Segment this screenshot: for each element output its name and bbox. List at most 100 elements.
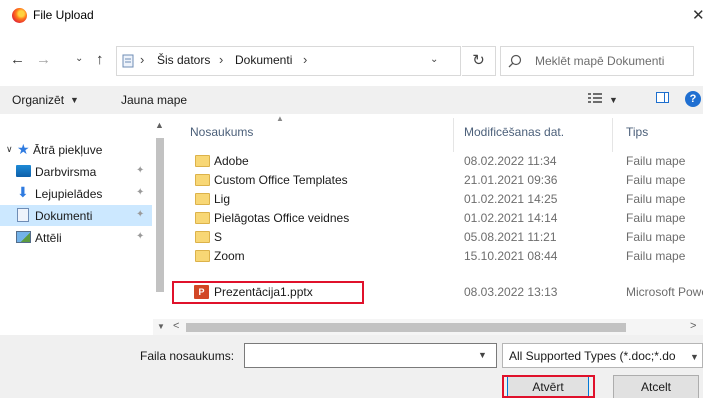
column-header-name[interactable]: Nosaukums [190, 125, 253, 139]
file-type: Failu mape [626, 211, 686, 225]
refresh-button[interactable]: ↻ [462, 46, 496, 76]
search-input[interactable]: Meklēt mapē Dokumenti [500, 46, 694, 76]
column-header-modified[interactable]: Modificēšanas dat. [464, 125, 564, 139]
help-icon[interactable]: ? [685, 91, 701, 107]
folder-icon [195, 174, 210, 186]
window-title: File Upload [33, 8, 94, 22]
sort-ascending-icon: ▲ [276, 114, 284, 123]
scroll-down-icon[interactable]: ▼ [157, 322, 165, 331]
search-icon [508, 54, 522, 68]
new-folder-button[interactable]: Jauna mape [121, 93, 187, 107]
highlight-box [172, 281, 364, 304]
sidebar-scrollbar[interactable]: ▲ [153, 114, 166, 319]
preview-pane-icon[interactable] [656, 92, 669, 103]
scroll-up-icon[interactable]: ▲ [155, 120, 164, 130]
column-header-type[interactable]: Tips [626, 125, 648, 139]
organize-button[interactable]: Organizēt [12, 93, 64, 107]
file-type: Microsoft Powe [626, 285, 703, 299]
file-row[interactable]: Lig 01.02.2021 14:25 Failu mape [166, 190, 703, 209]
file-date: 01.02.2021 14:14 [464, 211, 558, 225]
folder-icon [195, 193, 210, 205]
column-divider[interactable] [612, 118, 613, 152]
scroll-left-icon[interactable]: < [173, 320, 179, 332]
firefox-icon [12, 8, 27, 23]
file-row[interactable]: S 05.08.2021 11:21 Failu mape [166, 228, 703, 247]
sidebar-item-label: Ātrā piekļuve [33, 143, 103, 157]
organize-caret-icon[interactable]: ▼ [70, 95, 79, 105]
file-name: Zoom [214, 249, 245, 263]
close-icon[interactable]: ✕ [692, 6, 703, 24]
up-arrow-icon[interactable]: ↑ [96, 51, 104, 68]
sidebar-item-quick-access[interactable]: ∨ ★ Ātrā piekļuve [0, 139, 152, 160]
filename-field[interactable] [244, 343, 497, 368]
chevron-down-icon: ▼ [690, 352, 699, 362]
sidebar-item-label: Dokumenti [35, 209, 93, 223]
breadcrumb-this-pc[interactable]: Šis dators [157, 53, 210, 67]
address-dropdown-icon[interactable]: ⌄ [430, 54, 438, 65]
pin-icon[interactable]: ✦ [136, 165, 144, 176]
file-date: 05.08.2021 11:21 [464, 230, 557, 244]
recent-locations-chevron-icon[interactable]: ⌄ [75, 53, 83, 64]
cancel-button[interactable]: Atcelt [613, 375, 699, 398]
file-row[interactable]: Custom Office Templates 21.01.2021 09:36… [166, 171, 703, 190]
filename-label: Faila nosaukums: [140, 349, 235, 363]
column-divider[interactable] [453, 118, 454, 152]
scroll-thumb[interactable] [186, 323, 626, 332]
sidebar-item-pictures[interactable]: Attēli ✦ [0, 227, 152, 248]
file-date: 08.02.2022 11:34 [464, 154, 557, 168]
pin-icon[interactable]: ✦ [136, 209, 144, 220]
scroll-right-icon[interactable]: > [690, 320, 696, 332]
sidebar-item-label: Darbvirsma [35, 165, 97, 179]
address-bar[interactable]: › Šis dators › Dokumenti › ⌄ [116, 46, 461, 76]
file-date: 08.03.2022 13:13 [464, 285, 558, 299]
sidebar-item-label: Lejupielādes [35, 187, 103, 201]
file-row[interactable]: Zoom 15.10.2021 08:44 Failu mape [166, 247, 703, 266]
file-type: Failu mape [626, 230, 686, 244]
view-caret-icon[interactable]: ▼ [609, 95, 618, 105]
file-name: Custom Office Templates [214, 173, 348, 187]
command-toolbar: Organizēt ▼ Jauna mape ▼ ? [0, 86, 703, 114]
file-type: Failu mape [626, 173, 686, 187]
file-name: Pielāgotas Office veidnes [214, 211, 350, 225]
downloads-icon: ⬇ [17, 184, 29, 200]
folder-icon [195, 155, 210, 167]
folder-icon [195, 250, 210, 262]
pictures-icon [16, 231, 31, 243]
back-arrow-icon[interactable]: ← [10, 51, 25, 68]
dialog-footer: Faila nosaukums: ▼ All Supported Types (… [0, 335, 703, 398]
breadcrumb-separator[interactable]: › [303, 52, 307, 67]
file-date: 01.02.2021 14:25 [464, 192, 558, 206]
file-name: S [214, 230, 223, 244]
sidebar-item-documents[interactable]: Dokumenti ✦ [0, 205, 152, 226]
file-name: Lig [214, 192, 231, 206]
file-date: 15.10.2021 08:44 [464, 249, 558, 263]
folder-icon [195, 212, 210, 224]
documents-folder-icon [122, 54, 134, 68]
sidebar-item-downloads[interactable]: ⬇ Lejupielādes ✦ [0, 183, 152, 204]
folder-icon [195, 231, 210, 243]
pin-icon[interactable]: ✦ [136, 187, 144, 198]
file-row[interactable]: Pielāgotas Office veidnes 01.02.2021 14:… [166, 209, 703, 228]
highlight-box [502, 375, 595, 398]
sidebar-item-desktop[interactable]: Darbvirsma ✦ [0, 161, 152, 182]
breadcrumb-documents[interactable]: Dokumenti [235, 53, 292, 67]
file-type: Failu mape [626, 154, 686, 168]
breadcrumb-separator[interactable]: › [219, 52, 223, 67]
file-name: Adobe [214, 154, 249, 168]
scroll-thumb[interactable] [156, 138, 164, 292]
pin-icon[interactable]: ✦ [136, 231, 144, 242]
sidebar-item-label: Attēli [35, 231, 62, 245]
forward-arrow-icon[interactable]: → [36, 51, 51, 68]
horizontal-scrollbar[interactable]: ▼ < > [153, 319, 703, 335]
expand-chevron-icon[interactable]: ∨ [6, 144, 13, 155]
view-options-icon[interactable] [587, 91, 603, 105]
documents-icon [17, 208, 29, 222]
file-type: Failu mape [626, 249, 686, 263]
search-placeholder: Meklēt mapē Dokumenti [535, 54, 665, 68]
file-type-select[interactable]: All Supported Types (*.doc;*.do ▼ [502, 343, 703, 368]
file-date: 21.01.2021 09:36 [464, 173, 558, 187]
navigation-pane: ∨ ★ Ātrā piekļuve Darbvirsma ✦ ⬇ Lejupie… [0, 114, 166, 319]
preview-pane-divider [664, 93, 665, 102]
file-row[interactable]: Adobe 08.02.2022 11:34 Failu mape [166, 152, 703, 171]
filename-dropdown-icon[interactable]: ▼ [478, 350, 487, 360]
